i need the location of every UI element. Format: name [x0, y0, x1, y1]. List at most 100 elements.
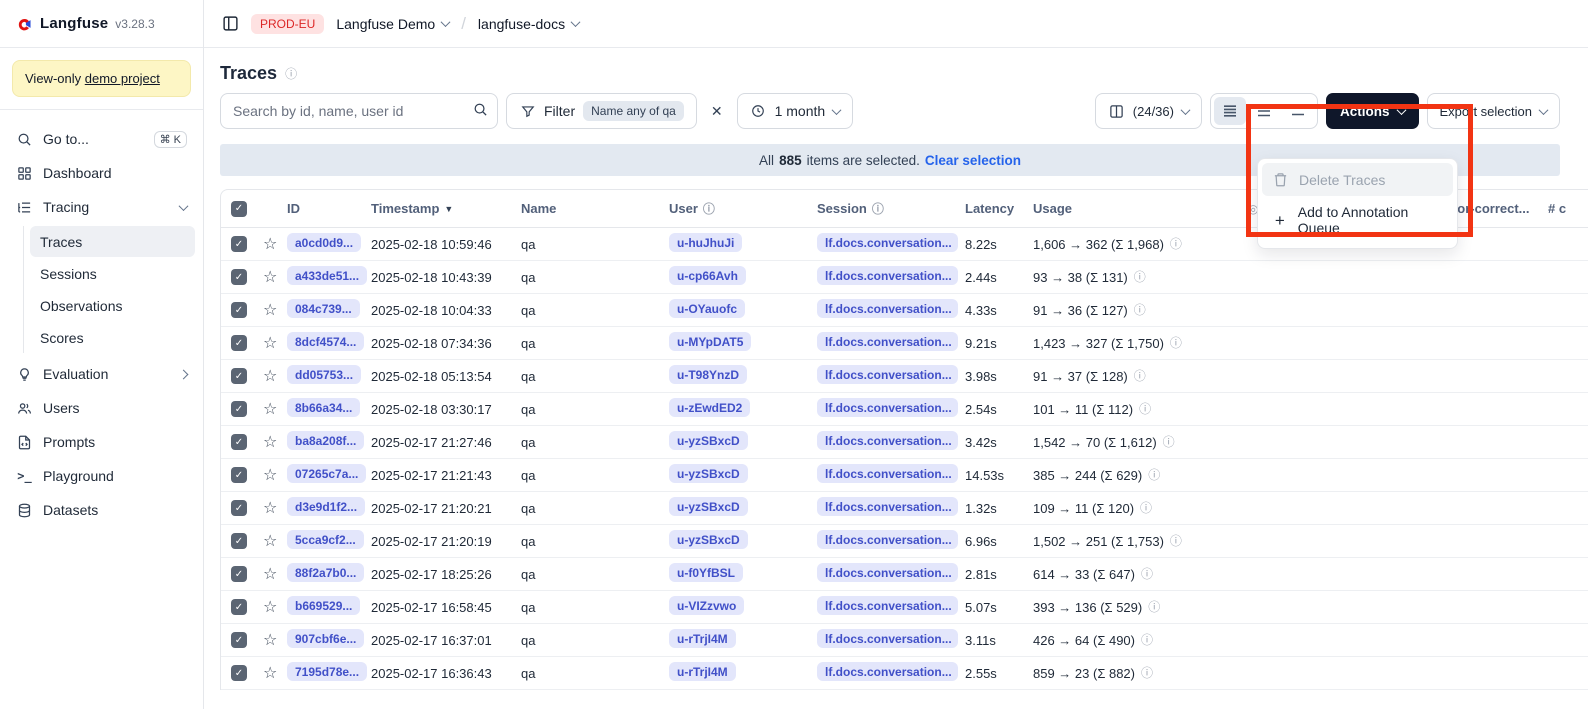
- header-id[interactable]: ID: [287, 201, 371, 216]
- header-name[interactable]: Name: [521, 201, 669, 216]
- user-badge[interactable]: u-rTrjI4M: [669, 629, 736, 648]
- table-row[interactable]: 8b66a34... 2025-02-18 03:30:17 qa u-zEwd…: [221, 393, 1588, 426]
- star-icon[interactable]: [263, 335, 277, 352]
- header-user[interactable]: User ⓘ: [669, 201, 817, 216]
- table-row[interactable]: 907cbf6e... 2025-02-17 16:37:01 qa u-rTr…: [221, 624, 1588, 657]
- header-latency[interactable]: Latency: [965, 201, 1033, 216]
- session-badge[interactable]: lf.docs.conversation...: [817, 266, 958, 285]
- trace-id-badge[interactable]: d3e9d1f2...: [287, 497, 365, 516]
- sidebar-item-dashboard[interactable]: Dashboard: [8, 156, 195, 190]
- star-icon[interactable]: [263, 302, 277, 319]
- header-usage[interactable]: Usage: [1033, 201, 1248, 216]
- session-badge[interactable]: lf.docs.conversation...: [817, 629, 958, 648]
- sidebar-item-tracing[interactable]: Tracing: [8, 190, 195, 224]
- sidebar-toggle-icon[interactable]: [222, 15, 239, 32]
- table-row[interactable]: a433de51... 2025-02-18 10:43:39 qa u-cp6…: [221, 261, 1588, 294]
- row-checkbox[interactable]: [231, 302, 247, 318]
- sidebar-item-goto[interactable]: Go to... ⌘ K: [8, 122, 195, 156]
- table-row[interactable]: 084c739... 2025-02-18 10:04:33 qa u-OYau…: [221, 294, 1588, 327]
- sidebar-item-sessions[interactable]: Sessions: [30, 258, 195, 289]
- row-height-medium-button[interactable]: [1248, 97, 1280, 125]
- trace-id-badge[interactable]: 8dcf4574...: [287, 332, 364, 351]
- table-row[interactable]: 7195d78e... 2025-02-17 16:36:43 qa u-rTr…: [221, 657, 1588, 690]
- trace-id-badge[interactable]: b669529...: [287, 596, 360, 615]
- table-row[interactable]: 8dcf4574... 2025-02-18 07:34:36 qa u-MYp…: [221, 327, 1588, 360]
- row-checkbox[interactable]: [231, 533, 247, 549]
- star-icon[interactable]: [263, 500, 277, 517]
- actions-button[interactable]: Actions: [1326, 93, 1419, 129]
- row-height-compact-button[interactable]: [1214, 97, 1246, 125]
- trace-id-badge[interactable]: a433de51...: [287, 266, 367, 285]
- row-checkbox[interactable]: [231, 500, 247, 516]
- table-row[interactable]: dd05753... 2025-02-18 05:13:54 qa u-T98Y…: [221, 360, 1588, 393]
- row-checkbox[interactable]: [231, 368, 247, 384]
- sidebar-item-playground[interactable]: >_ Playground: [8, 459, 195, 493]
- star-icon[interactable]: [263, 368, 277, 385]
- row-checkbox[interactable]: [231, 269, 247, 285]
- user-badge[interactable]: u-zEwdED2: [669, 398, 750, 417]
- columns-button[interactable]: (24/36): [1095, 93, 1202, 129]
- sidebar-item-observations[interactable]: Observations: [30, 290, 195, 321]
- star-icon[interactable]: [263, 269, 277, 286]
- sidebar-item-prompts[interactable]: Prompts: [8, 425, 195, 459]
- user-badge[interactable]: u-OYauofc: [669, 299, 745, 318]
- trace-id-badge[interactable]: 5cca9cf2...: [287, 530, 364, 549]
- trace-id-badge[interactable]: ba8a208f...: [287, 431, 364, 450]
- row-checkbox[interactable]: [231, 467, 247, 483]
- session-badge[interactable]: lf.docs.conversation...: [817, 365, 958, 384]
- star-icon[interactable]: [263, 236, 277, 253]
- trace-id-badge[interactable]: 084c739...: [287, 299, 360, 318]
- table-row[interactable]: b669529... 2025-02-17 16:58:45 qa u-VIZz…: [221, 591, 1588, 624]
- user-badge[interactable]: u-VIZzvwo: [669, 596, 744, 615]
- star-icon[interactable]: [263, 599, 277, 616]
- header-timestamp[interactable]: Timestamp ▼: [371, 201, 521, 216]
- star-icon[interactable]: [263, 434, 277, 451]
- sidebar-item-traces[interactable]: Traces: [30, 226, 195, 257]
- export-selection-button[interactable]: Export selection: [1427, 93, 1561, 129]
- user-badge[interactable]: u-cp66Avh: [669, 266, 746, 285]
- sidebar-item-evaluation[interactable]: Evaluation: [8, 357, 195, 391]
- star-icon[interactable]: [263, 401, 277, 418]
- star-icon[interactable]: [263, 533, 277, 550]
- sidebar-item-datasets[interactable]: Datasets: [8, 493, 195, 527]
- table-row[interactable]: d3e9d1f2... 2025-02-17 21:20:21 qa u-yzS…: [221, 492, 1588, 525]
- session-badge[interactable]: lf.docs.conversation...: [817, 233, 958, 252]
- user-badge[interactable]: u-yzSBxcD: [669, 497, 748, 516]
- sidebar-item-users[interactable]: Users: [8, 391, 195, 425]
- header-extra[interactable]: # c: [1548, 201, 1588, 216]
- table-row[interactable]: 5cca9cf2... 2025-02-17 21:20:19 qa u-yzS…: [221, 525, 1588, 558]
- trace-id-badge[interactable]: 7195d78e...: [287, 662, 367, 681]
- org-selector[interactable]: Langfuse Demo: [336, 16, 449, 32]
- menu-item-delete-traces[interactable]: Delete Traces: [1262, 163, 1453, 196]
- trace-id-badge[interactable]: 907cbf6e...: [287, 629, 364, 648]
- session-badge[interactable]: lf.docs.conversation...: [817, 398, 958, 417]
- user-badge[interactable]: u-yzSBxcD: [669, 464, 748, 483]
- trace-id-badge[interactable]: a0cd0d9...: [287, 233, 361, 252]
- table-row[interactable]: 07265c7a... 2025-02-17 21:21:43 qa u-yzS…: [221, 459, 1588, 492]
- search-input[interactable]: [220, 93, 498, 129]
- table-row[interactable]: 88f2a7b0... 2025-02-17 18:25:26 qa u-f0Y…: [221, 558, 1588, 591]
- trace-id-badge[interactable]: 88f2a7b0...: [287, 563, 364, 582]
- select-all-checkbox[interactable]: [231, 201, 247, 217]
- user-badge[interactable]: u-MYpDAT5: [669, 332, 751, 351]
- star-icon[interactable]: [263, 632, 277, 649]
- table-row[interactable]: ba8a208f... 2025-02-17 21:27:46 qa u-yzS…: [221, 426, 1588, 459]
- project-selector[interactable]: langfuse-docs: [478, 16, 579, 32]
- clear-selection-link[interactable]: Clear selection: [925, 153, 1021, 168]
- session-badge[interactable]: lf.docs.conversation...: [817, 431, 958, 450]
- user-badge[interactable]: u-huJhuJi: [669, 233, 742, 252]
- user-badge[interactable]: u-rTrjI4M: [669, 662, 736, 681]
- trace-id-badge[interactable]: 8b66a34...: [287, 398, 360, 417]
- row-checkbox[interactable]: [231, 665, 247, 681]
- session-badge[interactable]: lf.docs.conversation...: [817, 332, 958, 351]
- session-badge[interactable]: lf.docs.conversation...: [817, 563, 958, 582]
- user-badge[interactable]: u-T98YnzD: [669, 365, 747, 384]
- user-badge[interactable]: u-f0YfBSL: [669, 563, 743, 582]
- session-badge[interactable]: lf.docs.conversation...: [817, 530, 958, 549]
- session-badge[interactable]: lf.docs.conversation...: [817, 464, 958, 483]
- row-checkbox[interactable]: [231, 434, 247, 450]
- star-icon[interactable]: [263, 467, 277, 484]
- row-checkbox[interactable]: [231, 632, 247, 648]
- filter-button[interactable]: Filter Name any of qa: [506, 93, 697, 129]
- row-checkbox[interactable]: [231, 599, 247, 615]
